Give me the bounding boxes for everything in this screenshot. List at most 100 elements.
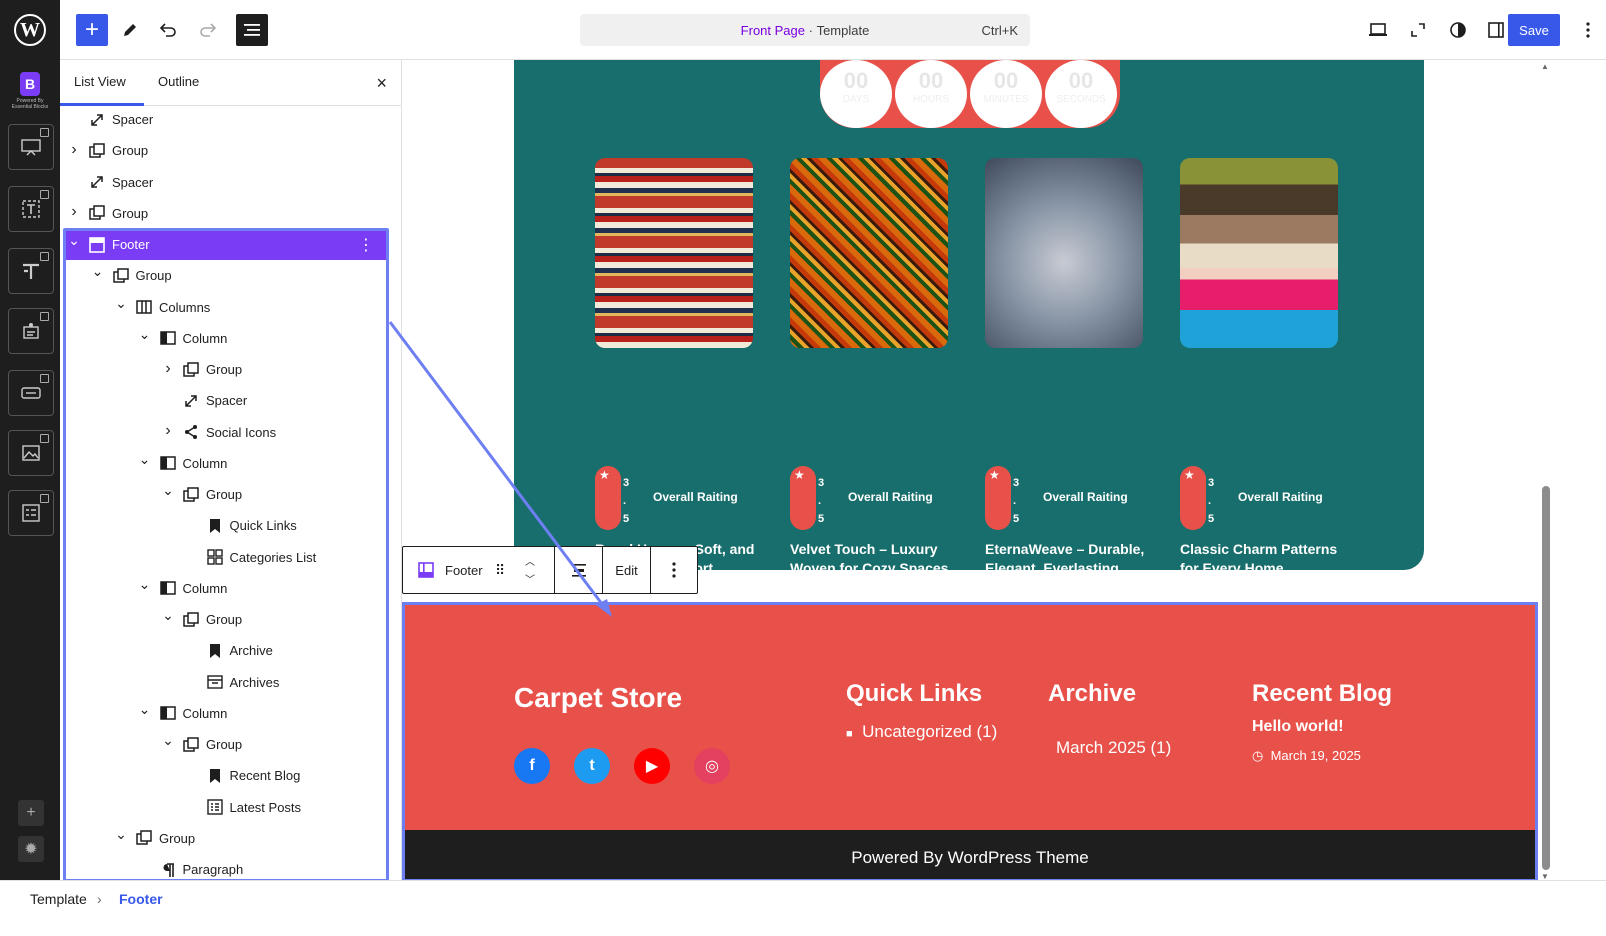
tree-item[interactable]: Spacer xyxy=(60,385,401,416)
tree-item[interactable]: › Social Icons xyxy=(60,417,401,448)
recent-post-link[interactable]: Hello world! xyxy=(1252,718,1344,736)
chevron-down-icon[interactable]: ⌄ xyxy=(162,607,174,624)
product-title[interactable]: EternaWeave – Durable, Elegant, Everlast… xyxy=(985,540,1155,578)
rail-pattern-slider[interactable] xyxy=(8,124,54,170)
rail-pattern-button[interactable] xyxy=(8,370,54,416)
twitter-icon[interactable]: t xyxy=(574,748,610,784)
chevron-right-icon[interactable]: › xyxy=(162,360,174,378)
tree-item[interactable]: ⌄ Column xyxy=(60,698,401,729)
chevron-down-icon[interactable]: ⌄ xyxy=(115,826,127,843)
move-down-icon[interactable]: ﹀ xyxy=(525,571,535,586)
document-overview-button[interactable] xyxy=(236,14,268,46)
scrollbar-thumb[interactable] xyxy=(1542,486,1550,870)
block-toolbar-name[interactable]: Footer xyxy=(445,563,483,578)
product-image[interactable] xyxy=(1180,158,1338,348)
tree-item[interactable]: Latest Posts xyxy=(60,792,401,823)
tree-item[interactable]: › Group xyxy=(60,135,401,166)
product-image[interactable] xyxy=(985,158,1143,348)
chevron-down-icon[interactable]: ⌄ xyxy=(162,482,174,499)
rail-pattern-text-box[interactable] xyxy=(8,186,54,232)
tree-item[interactable]: ⌄ Group xyxy=(60,604,401,635)
rail-pattern-list[interactable] xyxy=(8,490,54,536)
chevron-down-icon[interactable]: ⌄ xyxy=(115,295,127,312)
scroll-up-icon[interactable]: ▲ xyxy=(1541,62,1549,71)
chevron-down-icon[interactable]: ⌄ xyxy=(139,451,151,468)
product-title[interactable]: Velvet Touch – Luxury Woven for Cozy Spa… xyxy=(790,540,960,578)
tab-outline[interactable]: Outline xyxy=(158,60,199,106)
tree-item[interactable]: › Group xyxy=(60,354,401,385)
quick-links-item[interactable]: ■ Uncategorized (1) xyxy=(846,722,997,742)
tree-item[interactable]: ⌄ Footer ⋮ xyxy=(64,229,386,260)
tree-item[interactable]: ⌄ Group xyxy=(60,823,401,854)
chevron-down-icon[interactable]: ⌄ xyxy=(139,576,151,593)
block-options-button[interactable] xyxy=(651,547,697,593)
rating-badge: ★ xyxy=(595,466,621,530)
rail-settings-button[interactable]: ✹ xyxy=(18,836,44,862)
tools-button[interactable] xyxy=(114,14,146,46)
product-card[interactable]: ★ 3. 5 Overall Raiting Classic Charm Pattern… xyxy=(1180,158,1340,638)
tree-item-label: Group xyxy=(135,268,172,284)
tree-item[interactable]: ⌄ Group xyxy=(60,729,401,760)
product-card[interactable]: ★3.5Overall RaitingRoyal Haven – Soft, a… xyxy=(595,158,755,638)
rail-pattern-card[interactable] xyxy=(8,308,54,354)
tree-item[interactable]: ⌄ Group xyxy=(60,260,401,291)
tree-item[interactable]: ⌄ Group xyxy=(60,479,401,510)
tree-item[interactable]: Archive xyxy=(60,635,401,666)
product-card[interactable]: ★ 3. 5 Overall Raiting Velvet Touch – Luxury… xyxy=(790,158,950,638)
block-inserter-button[interactable]: + xyxy=(76,14,108,46)
tree-item[interactable]: Quick Links xyxy=(60,510,401,541)
youtube-icon[interactable]: ▶ xyxy=(634,748,670,784)
canvas-scrollbar[interactable]: ▲ ▼ xyxy=(1538,60,1556,904)
device-preview-button[interactable] xyxy=(1362,14,1394,46)
tree-item[interactable]: Archives xyxy=(60,667,401,698)
rating-label: Overall Raiting xyxy=(653,490,738,504)
rail-pattern-gallery[interactable] xyxy=(8,430,54,476)
command-center[interactable]: Front Page · Template Ctrl+K xyxy=(580,14,1030,46)
move-up-icon[interactable]: ︿ xyxy=(525,553,535,568)
chevron-right-icon[interactable]: › xyxy=(162,422,174,440)
align-button[interactable] xyxy=(555,547,603,593)
tree-item[interactable]: Spacer xyxy=(60,167,401,198)
chevron-down-icon[interactable]: ⌄ xyxy=(139,326,151,343)
options-menu-button[interactable] xyxy=(1576,14,1600,46)
tree-item[interactable]: ⌄ Column xyxy=(60,323,401,354)
styles-button[interactable] xyxy=(1442,14,1474,46)
chevron-down-icon[interactable]: ⌄ xyxy=(92,263,104,280)
tree-item[interactable]: ⌄ Columns xyxy=(60,292,401,323)
chevron-right-icon[interactable]: › xyxy=(68,203,80,221)
editor-canvas[interactable]: 00 DAYS 00 HOURS 00 MINUTES 00 SECONDS ★ 3. 5 Over… xyxy=(402,60,1538,904)
chevron-right-icon[interactable]: › xyxy=(68,141,80,159)
tree-item[interactable]: Recent Blog xyxy=(60,760,401,791)
drag-handle-icon[interactable]: ⠿ xyxy=(495,562,505,579)
footer-block[interactable]: Carpet Store Quick Links ■ Uncategorized… xyxy=(402,604,1538,832)
facebook-icon[interactable]: f xyxy=(514,748,550,784)
wordpress-logo-button[interactable]: W xyxy=(0,0,60,60)
chevron-down-icon[interactable]: ⌄ xyxy=(139,701,151,718)
rail-pattern-heading[interactable] xyxy=(8,248,54,294)
product-title[interactable]: Classic Charm Patterns for Every Home xyxy=(1180,540,1350,578)
chevron-down-icon[interactable]: ⌄ xyxy=(162,732,174,749)
product-image[interactable] xyxy=(790,158,948,348)
archive-item[interactable]: March 2025 (1) xyxy=(1056,738,1171,758)
undo-button[interactable] xyxy=(152,14,184,46)
redo-button[interactable] xyxy=(192,14,224,46)
essential-blocks-logo[interactable]: B Powered By Essential Blocks xyxy=(10,72,50,118)
chevron-down-icon[interactable]: ⌄ xyxy=(68,232,80,249)
product-card[interactable]: ★ 3. 5 Overall Raiting EternaWeave – Durable… xyxy=(985,158,1145,638)
tree-item[interactable]: › Group xyxy=(60,198,401,229)
zoom-out-button[interactable] xyxy=(1402,14,1434,46)
close-icon[interactable]: × xyxy=(376,73,387,94)
edit-button[interactable]: Edit xyxy=(603,547,651,593)
breadcrumb-template[interactable]: Template xyxy=(30,891,87,907)
tree-item[interactable]: Categories List xyxy=(60,542,401,573)
tree-item[interactable]: Spacer xyxy=(60,104,401,135)
kebab-icon[interactable]: ⋮ xyxy=(358,235,374,255)
instagram-icon[interactable]: ◎ xyxy=(694,748,730,784)
tab-list-view[interactable]: List View xyxy=(60,60,144,106)
breadcrumb-footer[interactable]: Footer xyxy=(119,891,163,907)
rail-add-button[interactable]: + xyxy=(18,800,44,826)
tree-item[interactable]: ⌄ Column xyxy=(60,573,401,604)
tree-item[interactable]: ⌄ Column xyxy=(60,448,401,479)
save-button[interactable]: Save xyxy=(1508,14,1560,46)
product-image[interactable] xyxy=(595,158,753,348)
